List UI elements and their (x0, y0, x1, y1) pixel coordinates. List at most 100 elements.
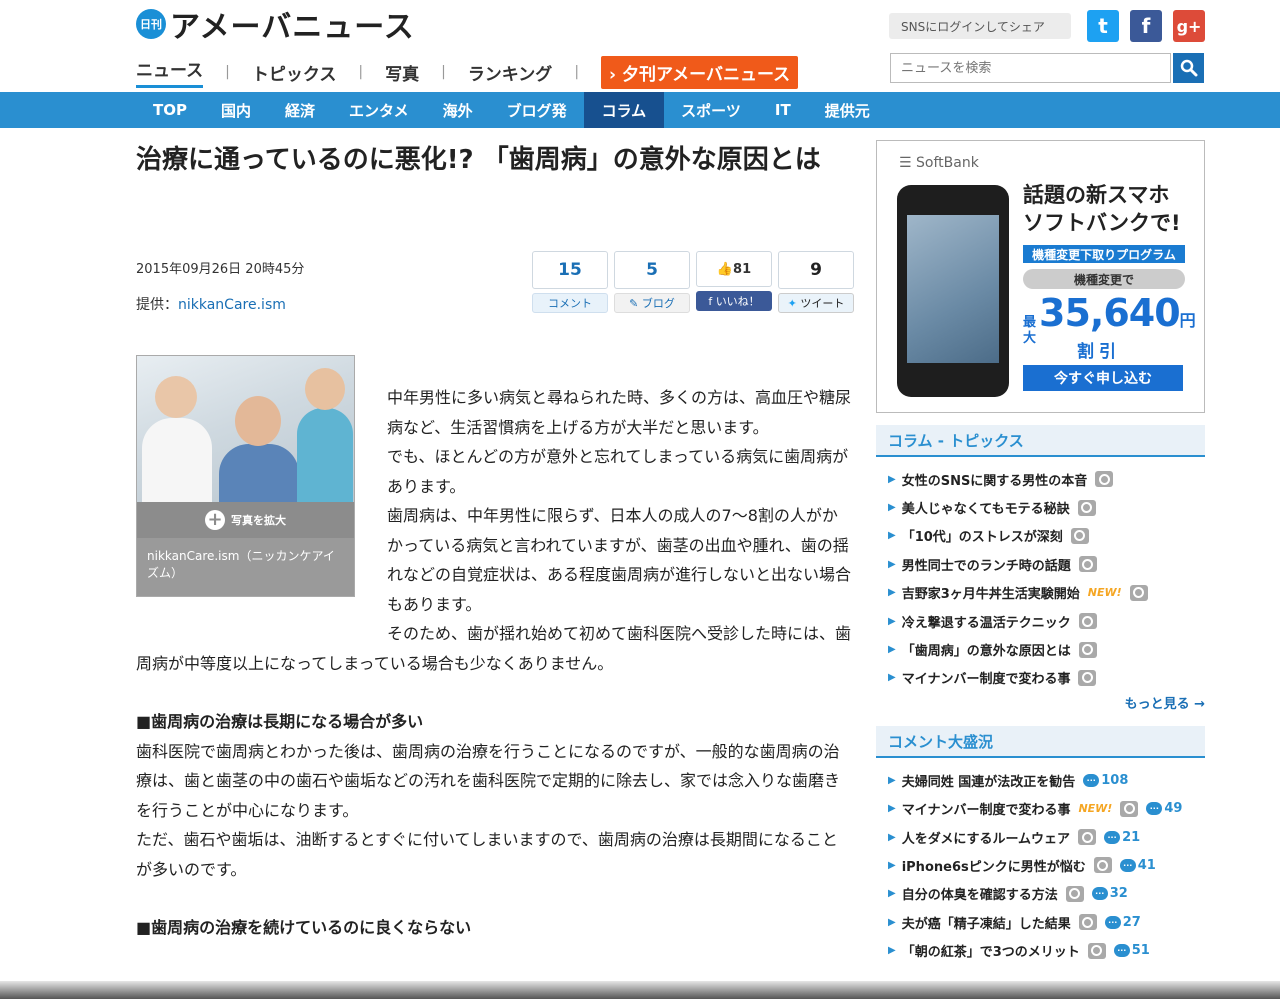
facebook-like-button[interactable]: f いいね！ (696, 291, 772, 311)
softbank-ad[interactable]: ☰ SoftBank 話題の新スマホ ソフトバンクで! 機種変更下取りプログラム… (876, 140, 1205, 413)
source-link[interactable]: nikkanCare.ism (178, 297, 286, 313)
topic-item[interactable]: ▶ 「10代」のストレスが深刻 (888, 522, 1205, 550)
comment-item[interactable]: ▶ 夫婦同姓 国連が法改正を勧告 ··· 108 (888, 766, 1205, 794)
arrow-icon: ▶ (888, 831, 896, 843)
comment-count-badge: ··· 108 (1083, 773, 1128, 788)
category-bar: TOP 国内 経済 エンタメ 海外 ブログ発 コラム スポーツ IT 提供元 (0, 92, 1280, 128)
arrow-icon: ▶ (888, 859, 896, 871)
comment-item-label: 夫婦同姓 国連が法改正を勧告 (901, 774, 1076, 790)
comment-item[interactable]: ▶ 自分の体臭を確認する方法 ··· 32 (888, 880, 1205, 908)
comment-count-badge: ··· 27 (1104, 915, 1141, 930)
topic-item[interactable]: ▶ 「歯周病」の意外な原因とは (888, 635, 1205, 663)
arrow-icon: ▶ (888, 644, 896, 656)
topics-list: ▶ 女性のSNSに関する男性の本音 ▶ 美人じゃなくてもモテる秘訣 ▶ 「10代」のス… (876, 457, 1205, 692)
paragraph: ただ、歯石や歯垢は、油断するとすぐに付いてしまいますので、歯周病の治療は長期間に… (136, 830, 838, 879)
camera-icon (1078, 613, 1097, 630)
comment-bubble-icon: ··· (1091, 887, 1108, 901)
camera-icon (1078, 556, 1097, 573)
camera-icon (1093, 857, 1112, 874)
paragraph: 歯科医院で歯周病とわかった後は、歯周病の治療を行うことになるのですが、一般的な歯… (136, 741, 841, 820)
comment-item[interactable]: ▶ 人をダメにするルームウェア ··· 21 (888, 823, 1205, 851)
comment-item[interactable]: ▶ マイナンバー制度で変わる事 NEW! ··· 49 (888, 795, 1205, 823)
topic-label: 男性同士でのランチ時の話題 (901, 558, 1071, 574)
category-entertainment[interactable]: エンタメ (332, 92, 426, 128)
nav-topics[interactable]: トピックス (252, 60, 337, 85)
topic-item[interactable]: ▶ マイナンバー制度で変わる事 (888, 664, 1205, 692)
topic-label: 「10代」のストレスが深刻 (901, 530, 1063, 546)
ad-brand-name: SoftBank (916, 155, 979, 171)
comment-item[interactable]: ▶ 夫が癌「精子凍結」した結果 ··· 27 (888, 908, 1205, 936)
ad-headline-line1: 話題の新スマホ (1023, 183, 1170, 207)
search-button[interactable] (1173, 53, 1204, 83)
category-blog[interactable]: ブログ発 (490, 92, 584, 128)
nav-separator: | (225, 64, 230, 80)
category-column[interactable]: コラム (583, 92, 665, 128)
like-count: 👍 81 (696, 251, 772, 287)
nav-photos[interactable]: 写真 (385, 60, 419, 85)
tweet-count: 9 (778, 251, 854, 289)
search-input[interactable] (890, 53, 1171, 83)
facebook-icon: f (708, 294, 713, 308)
topic-item[interactable]: ▶ 冷え撃退する温活テクニック (888, 607, 1205, 635)
like-count-value: 81 (733, 261, 752, 277)
category-economy[interactable]: 経済 (268, 92, 332, 128)
tweet-button[interactable]: ✦ ツイート (778, 293, 854, 313)
category-sports[interactable]: スポーツ (664, 92, 758, 128)
site-logo[interactable]: 日刊 アメーバニュース (136, 6, 415, 45)
comment-button[interactable]: コメント (532, 293, 608, 313)
yukan-news-button[interactable]: › 夕刊アメーバニュース (601, 55, 799, 89)
category-providers[interactable]: 提供元 (808, 92, 887, 128)
topic-item[interactable]: ▶ 男性同士でのランチ時の話題 (888, 550, 1205, 578)
comment-bubble-icon: ··· (1146, 802, 1163, 816)
tweet-count-box[interactable]: 9 ✦ ツイート (778, 251, 854, 313)
comment-item[interactable]: ▶ iPhone6sピンクに男性が悩む ··· 41 (888, 851, 1205, 879)
comment-count-badge: ··· 41 (1119, 858, 1156, 873)
facebook-share-button[interactable]: f (1130, 10, 1162, 42)
topic-item[interactable]: ▶ 女性のSNSに関する男性の本音 (888, 465, 1205, 493)
camera-icon (1078, 641, 1097, 658)
camera-icon (1095, 471, 1114, 488)
topic-label: マイナンバー制度で変わる事 (901, 672, 1071, 688)
like-count-box[interactable]: 👍 81 f いいね！ (696, 251, 772, 313)
category-overseas[interactable]: 海外 (426, 92, 490, 128)
comment-bubble-icon: ··· (1104, 915, 1121, 929)
comment-list: ▶ 夫婦同姓 国連が法改正を勧告 ··· 108 ▶ マイナンバー制度で変わる事 NEW!… (876, 758, 1205, 965)
comment-item-label: 人をダメにするルームウェア (901, 831, 1071, 847)
blog-button[interactable]: ✎ ブログ (614, 293, 690, 313)
ad-apply-button[interactable]: 今すぐ申し込む (1023, 365, 1183, 391)
tweet-label: ツイート (800, 297, 845, 310)
sns-share-label: SNSにログインしてシェア (889, 13, 1071, 39)
new-badge: NEW! (1078, 802, 1113, 816)
ad-program: 機種変更下取りプログラム (1023, 245, 1185, 263)
blog-label: ブログ (641, 297, 675, 310)
category-top[interactable]: TOP (136, 92, 204, 128)
google-plus-share-button[interactable]: g+ (1173, 10, 1205, 42)
sidebar: ☰ SoftBank 話題の新スマホ ソフトバンクで! 機種変更下取りプログラム… (876, 140, 1205, 965)
comment-item[interactable]: ▶ 「朝の紅茶」で3つのメリット ··· 51 (888, 936, 1205, 964)
comment-item-label: 「朝の紅茶」で3つのメリット (901, 945, 1080, 961)
comment-bubble-icon: ··· (1083, 773, 1100, 787)
arrow-icon: ▶ (888, 888, 896, 900)
topic-item[interactable]: ▶ 吉野家3ヶ月牛丼生活実験開始 NEW! (888, 579, 1205, 607)
topic-item[interactable]: ▶ 美人じゃなくてもモテる秘訣 (888, 493, 1205, 521)
category-it[interactable]: IT (758, 92, 808, 128)
arrow-icon: ▶ (888, 945, 896, 957)
nav-news[interactable]: ニュース (136, 56, 204, 88)
new-badge: NEW! (1087, 586, 1122, 600)
more-link[interactable]: もっと見る → (876, 692, 1205, 724)
comment-item-count: 49 (1164, 801, 1183, 817)
ad-brand: ☰ SoftBank (899, 155, 979, 171)
arrow-icon: ▶ (888, 558, 896, 570)
twitter-icon: t (1098, 14, 1108, 38)
twitter-share-button[interactable]: t (1087, 10, 1119, 42)
comment-ranking-title: コメント大盛況 (876, 726, 1205, 759)
blog-count-box[interactable]: 5 ✎ ブログ (614, 251, 690, 313)
like-label: いいね！ (715, 295, 760, 308)
comment-count-box[interactable]: 15 コメント (532, 251, 608, 313)
google-plus-icon: g+ (1176, 16, 1202, 36)
nav-ranking[interactable]: ランキング (468, 60, 553, 85)
comment-bubble-icon: ··· (1104, 830, 1121, 844)
category-domestic[interactable]: 国内 (204, 92, 268, 128)
comment-count-badge: ··· 21 (1104, 830, 1140, 845)
comment-item-count: 51 (1131, 943, 1150, 959)
